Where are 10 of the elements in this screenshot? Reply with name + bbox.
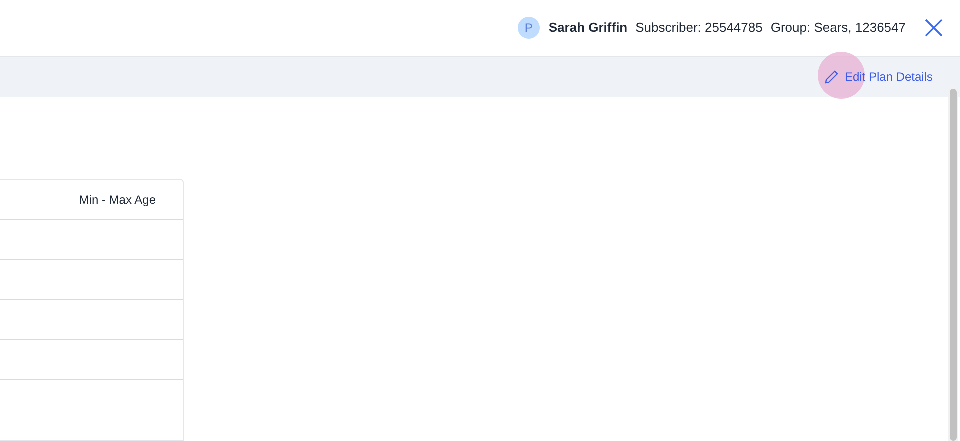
close-icon[interactable] <box>924 18 944 38</box>
subscriber-id: Subscriber: 25544785 <box>636 19 763 38</box>
user-name: Sarah Griffin <box>548 19 628 38</box>
scrollbar-thumb[interactable] <box>950 89 956 441</box>
edit-plan-link[interactable]: Edit Plan Details <box>824 68 933 86</box>
group-info: Group: Sears, 1236547 <box>770 19 906 38</box>
column-header: Min - Max Age <box>79 192 156 208</box>
click-indicator <box>818 52 865 99</box>
avatar: P <box>518 17 540 39</box>
pencil-icon <box>824 69 840 85</box>
